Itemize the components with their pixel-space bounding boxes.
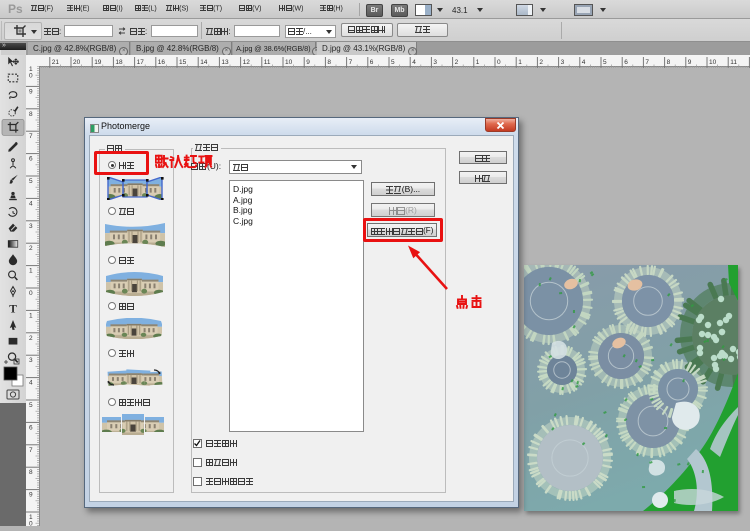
svg-text:11: 11 [264, 59, 271, 66]
svg-text:5: 5 [603, 59, 607, 66]
svg-text:3: 3 [561, 59, 565, 66]
svg-text:7: 7 [349, 59, 353, 66]
svg-text:3: 3 [29, 357, 33, 364]
svg-text:8: 8 [327, 59, 331, 66]
svg-text:6: 6 [624, 59, 628, 66]
svg-text:1: 1 [29, 312, 33, 319]
svg-text:9: 9 [29, 492, 33, 499]
svg-text:T: T [9, 304, 17, 316]
svg-text:14: 14 [200, 59, 208, 66]
svg-text:1: 1 [476, 59, 480, 66]
svg-text:18: 18 [115, 59, 123, 66]
svg-text:20: 20 [73, 59, 81, 66]
svg-text:16: 16 [158, 59, 166, 66]
svg-text:2: 2 [539, 59, 543, 66]
svg-text:9: 9 [688, 59, 692, 66]
svg-text:4: 4 [582, 59, 586, 66]
svg-text:6: 6 [29, 424, 33, 431]
svg-text:10: 10 [709, 59, 717, 66]
svg-text:17: 17 [137, 59, 145, 66]
svg-text:12: 12 [243, 59, 251, 66]
svg-text:7: 7 [29, 133, 33, 140]
svg-text:0: 0 [497, 59, 501, 66]
svg-text:21: 21 [52, 59, 60, 66]
svg-text:5: 5 [29, 178, 33, 185]
svg-text:2: 2 [29, 335, 33, 342]
svg-text:1: 1 [29, 268, 33, 275]
svg-text:9: 9 [306, 59, 310, 66]
svg-text:4: 4 [412, 59, 416, 66]
svg-text:6: 6 [29, 156, 33, 163]
svg-text:10: 10 [285, 59, 293, 66]
svg-text:7: 7 [29, 447, 33, 454]
svg-text:8: 8 [667, 59, 671, 66]
svg-text:1: 1 [518, 59, 522, 66]
svg-text:9: 9 [29, 88, 33, 95]
svg-text:6: 6 [370, 59, 374, 66]
svg-text:11: 11 [730, 59, 737, 66]
svg-text:8: 8 [29, 469, 33, 476]
svg-text:4: 4 [29, 200, 33, 207]
svg-text:8: 8 [29, 111, 33, 118]
svg-text:4: 4 [29, 380, 33, 387]
svg-text:7: 7 [645, 59, 649, 66]
svg-text:0: 0 [29, 521, 33, 527]
svg-text:13: 13 [221, 59, 229, 66]
svg-text:0: 0 [29, 73, 33, 80]
svg-text:19: 19 [94, 59, 102, 66]
svg-text:5: 5 [29, 402, 33, 409]
svg-text:2: 2 [455, 59, 459, 66]
svg-text:15: 15 [179, 59, 187, 66]
svg-text:3: 3 [29, 223, 33, 230]
svg-text:3: 3 [433, 59, 437, 66]
svg-text:0: 0 [29, 290, 33, 297]
svg-text:2: 2 [29, 245, 33, 252]
svg-text:5: 5 [391, 59, 395, 66]
